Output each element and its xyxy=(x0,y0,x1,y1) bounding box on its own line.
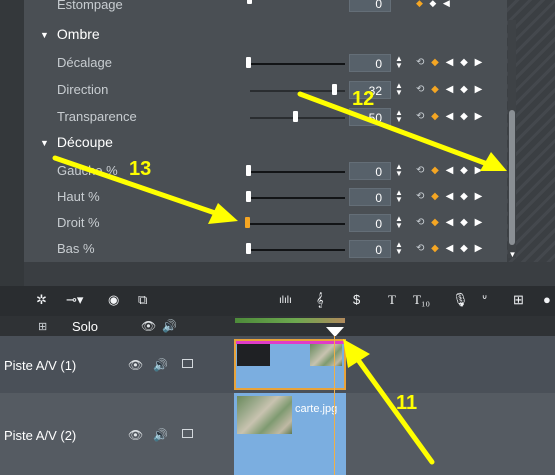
annotation-overlay xyxy=(52,91,507,465)
annotation-11: 11 xyxy=(396,392,418,414)
arrow-11-line xyxy=(353,354,435,465)
arrow-11-head xyxy=(343,339,370,368)
annotation-12: 12 xyxy=(352,88,375,110)
annotation-13: 13 xyxy=(129,158,152,180)
arrow-12-line xyxy=(297,91,493,168)
